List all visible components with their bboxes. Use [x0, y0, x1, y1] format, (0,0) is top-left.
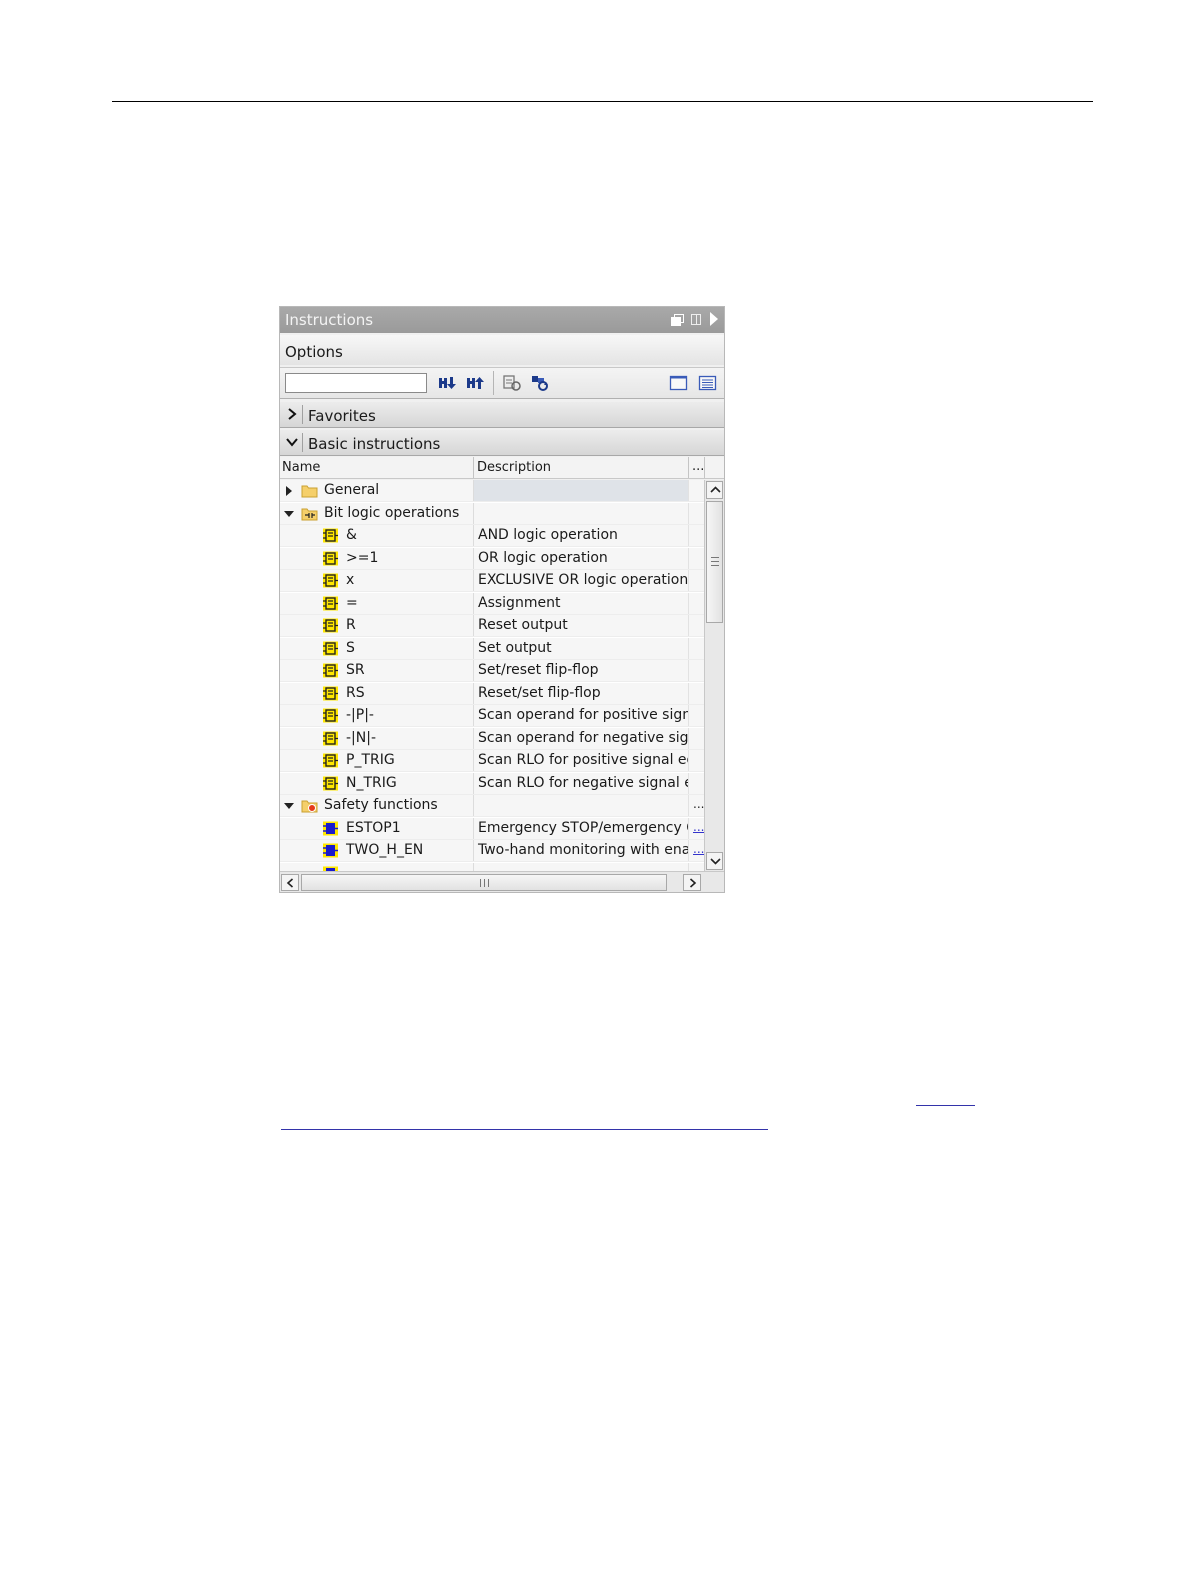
name-column-header[interactable]: Name: [282, 460, 320, 475]
instruction-row[interactable]: P_TRIG Scan RLO for positive signal ed..: [280, 750, 704, 772]
instruction-row[interactable]: SR Set/reset flip-flop: [280, 660, 704, 682]
favorites-label: Favorites: [308, 407, 376, 425]
instruction-icon: [323, 551, 338, 565]
options-label: Options: [285, 343, 343, 361]
basic-instructions-section[interactable]: Basic instructions: [280, 430, 724, 456]
instruction-icon: [323, 528, 338, 543]
column-header: Name Description ...: [280, 457, 724, 479]
horizontal-scrollbar[interactable]: [280, 871, 724, 892]
scroll-down-button[interactable]: [706, 852, 723, 870]
vertical-scrollbar[interactable]: [704, 480, 724, 871]
link-underline[interactable]: [916, 1105, 975, 1106]
expand-icon[interactable]: [286, 486, 292, 496]
favorites-section[interactable]: Favorites: [280, 402, 724, 428]
scroll-left-button[interactable]: [281, 874, 299, 891]
split-icon[interactable]: [691, 313, 701, 325]
play-icon[interactable]: [710, 312, 718, 326]
collapse-icon[interactable]: [284, 803, 294, 809]
scroll-up-button[interactable]: [706, 481, 723, 499]
reset-icon[interactable]: [502, 374, 522, 392]
scroll-right-button[interactable]: [683, 874, 701, 891]
instruction-row[interactable]: RS Reset/set flip-flop: [280, 682, 704, 705]
safety-instruction-row[interactable]: TWO_H_EN Two-hand monitoring with ena.. …: [280, 840, 704, 862]
options-header[interactable]: Options: [280, 335, 724, 365]
description-column-header[interactable]: Description: [477, 460, 551, 475]
instruction-row[interactable]: & AND logic operation: [280, 525, 704, 547]
search-down-icon[interactable]: [438, 374, 458, 392]
tree-row-bit-logic[interactable]: Bit logic operations: [280, 502, 704, 525]
toolbar-separator: [493, 371, 494, 395]
instruction-row[interactable]: S Set output: [280, 637, 704, 660]
page-header-rule: [112, 101, 1093, 102]
instruction-icon: [323, 753, 338, 768]
basic-instructions-label: Basic instructions: [308, 435, 441, 453]
safety-folder-icon: [301, 800, 318, 813]
more-column-header[interactable]: ...: [692, 459, 704, 474]
tree-row-safety-functions[interactable]: Safety functions ...: [280, 795, 704, 817]
more-link[interactable]: ...: [693, 842, 704, 856]
panel-titlebar: Instructions: [280, 307, 724, 333]
safety-block-icon: [323, 821, 338, 835]
link-underline[interactable]: [281, 1129, 768, 1130]
instructions-panel: Instructions Options Favorites Basic ins…: [279, 306, 725, 893]
safety-instruction-row[interactable]: ESTOP1 Emergency STOP/emergency O. ...: [280, 817, 704, 840]
instruction-icon: [323, 776, 338, 790]
single-view-icon[interactable]: [669, 374, 689, 392]
instruction-row[interactable]: R Reset output: [280, 615, 704, 637]
folder-icon: [301, 485, 318, 498]
instruction-row[interactable]: >=1 OR logic operation: [280, 547, 704, 570]
instruction-row[interactable]: -|N|- Scan operand for negative sign.: [280, 727, 704, 750]
instruction-row[interactable]: = Assignment: [280, 592, 704, 615]
collapse-icon[interactable]: [284, 510, 294, 517]
instruction-icon: [323, 686, 338, 700]
chevron-right-icon[interactable]: [285, 407, 299, 421]
bit-logic-folder-icon: [301, 508, 318, 520]
instruction-row[interactable]: N_TRIG Scan RLO for negative signal e..: [280, 772, 704, 795]
instruction-icon: [323, 573, 338, 588]
instruction-icon: [323, 731, 338, 745]
search-up-icon[interactable]: [466, 374, 486, 392]
safety-block-icon: [323, 843, 338, 858]
more-link[interactable]: ...: [693, 820, 704, 834]
vertical-scroll-thumb[interactable]: [706, 501, 723, 623]
instruction-tree: General Bit logic operations & AND logic…: [280, 480, 704, 871]
search-input[interactable]: [285, 373, 427, 393]
instruction-icon: [323, 596, 338, 610]
instruction-icon: [323, 641, 338, 655]
partial-row: [280, 862, 704, 871]
instruction-row[interactable]: -|P|- Scan operand for positive sign...: [280, 705, 704, 727]
chevron-down-icon[interactable]: [285, 435, 299, 449]
horizontal-scroll-thumb[interactable]: [301, 874, 667, 891]
restore-icon[interactable]: [671, 313, 684, 326]
instruction-icon: [323, 708, 338, 723]
toolbar: [280, 367, 724, 399]
list-view-icon[interactable]: [698, 374, 718, 392]
refresh-icon[interactable]: [530, 374, 550, 392]
instruction-icon: [323, 618, 338, 633]
instruction-row[interactable]: x EXCLUSIVE OR logic operation: [280, 570, 704, 592]
tree-row-general[interactable]: General: [280, 480, 704, 502]
panel-title: Instructions: [285, 311, 374, 329]
instruction-icon: [323, 663, 338, 678]
